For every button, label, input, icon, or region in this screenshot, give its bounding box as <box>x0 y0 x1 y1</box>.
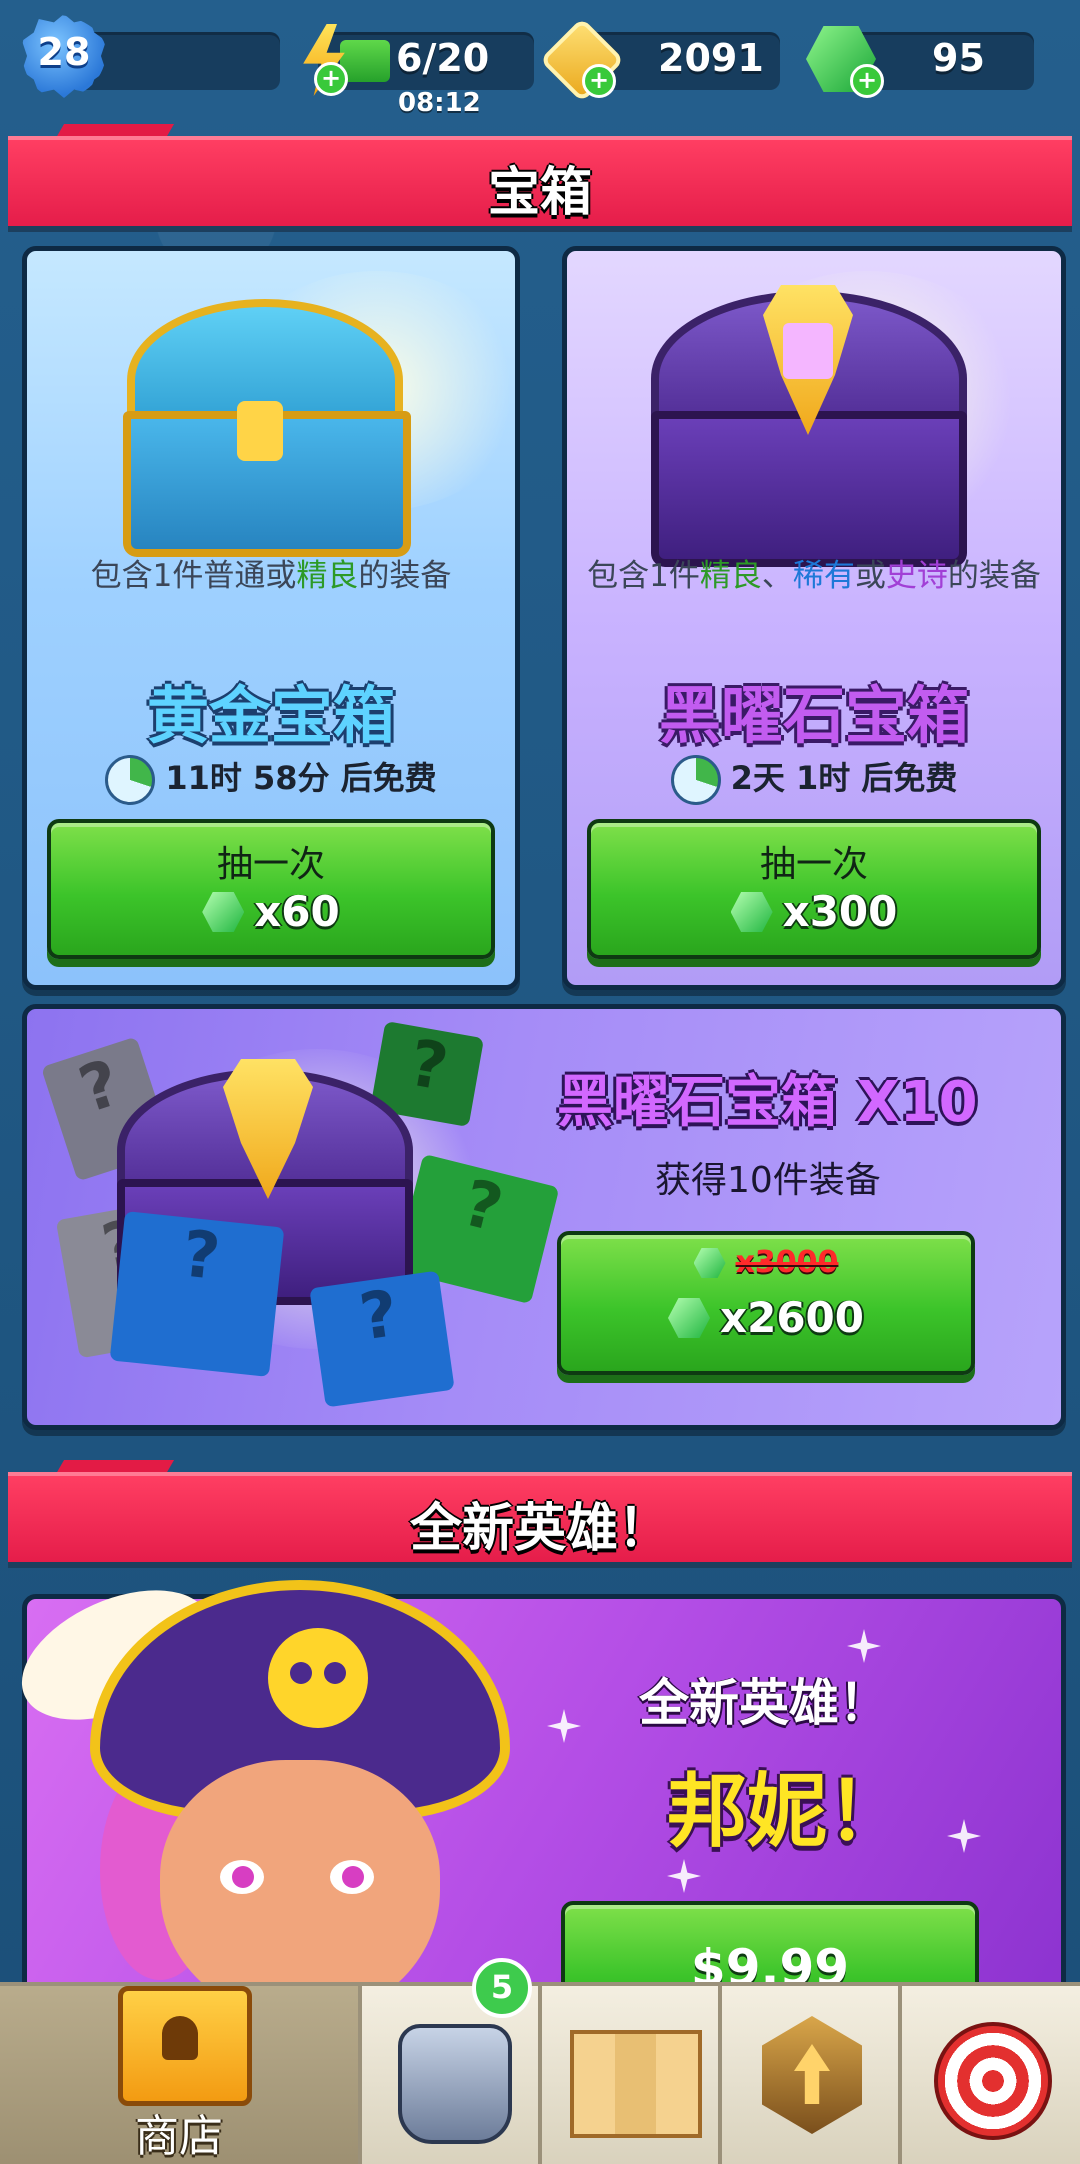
obsidian-chest-description: 包含1件精良、稀有或史诗的装备 <box>587 558 1041 594</box>
hero-offer-subtitle: 全新英雄！ <box>639 1674 889 1732</box>
obsidian-chest-open-once-button[interactable]: 抽一次 x300 <box>587 819 1041 959</box>
lock-icon <box>162 2016 198 2060</box>
player-level: 28 <box>37 30 91 74</box>
gold-chest-free-timer: 11时 58分 后免费 <box>27 753 515 805</box>
button-price: x300 <box>591 887 1037 936</box>
target-dart-icon <box>934 2022 1052 2140</box>
original-price: x3000 <box>561 1245 971 1280</box>
green-gem-icon <box>202 892 245 932</box>
green-gem-icon <box>693 1248 726 1278</box>
nav-tab-upgrade[interactable] <box>718 1986 900 2164</box>
sparkle-icon <box>947 1819 981 1853</box>
pirate-hero-portrait <box>160 1760 440 2020</box>
gold-value: 2091 <box>658 36 764 80</box>
discounted-price: x2600 <box>561 1293 971 1342</box>
obsidian-x10-subtitle: 获得10件装备 <box>655 1160 881 1201</box>
obsidian-chest-free-timer: 2天 1时 后免费 <box>567 753 1061 805</box>
chests-banner: 宝箱 <box>8 136 1072 226</box>
treasure-map-icon <box>570 2030 702 2138</box>
equipment-notification-badge: 5 <box>472 1958 532 2018</box>
sparkle-icon <box>667 1859 701 1893</box>
obsidian-chest-name: 黑曜石宝箱 <box>658 679 969 752</box>
gold-chest-name: 黄金宝箱 <box>146 679 395 752</box>
button-price: x60 <box>51 887 491 936</box>
gold-chest-open-once-button[interactable]: 抽一次 x60 <box>47 819 495 959</box>
nav-tab-shop[interactable]: 商店 <box>0 1986 358 2164</box>
equipment-card-icon: ? <box>309 1270 455 1408</box>
gems-value: 95 <box>932 36 985 80</box>
sparkle-icon <box>847 1629 881 1663</box>
obsidian-x10-title: 黑曜石宝箱 X10 <box>557 1070 978 1135</box>
energy-value: 6/20 <box>396 36 490 80</box>
clock-icon <box>670 755 721 805</box>
nav-tab-quests[interactable] <box>898 1986 1080 2164</box>
button-label: 抽一次 <box>216 844 325 885</box>
sparkle-icon <box>547 1709 581 1743</box>
armor-icon <box>398 2024 512 2144</box>
clock-icon <box>105 755 156 805</box>
hero-name: 邦妮！ <box>667 1765 907 1858</box>
energy-timer: 08:12 <box>398 88 481 118</box>
obsidian-x10-buy-button[interactable]: x3000 x2600 <box>557 1231 975 1375</box>
bottom-navigation: 商店 <box>0 1982 1080 2164</box>
nav-tab-shop-label: 商店 <box>135 2111 223 2162</box>
button-label: 抽一次 <box>759 844 868 885</box>
resource-bar: 28 + 6/20 08:12 + 2091 + 95 <box>0 0 1080 120</box>
gold-chest-description: 包含1件普通或精良的装备 <box>90 558 452 594</box>
section-title-new-hero: 全新英雄！ <box>409 1499 670 1559</box>
skull-icon <box>268 1628 368 1728</box>
add-energy-icon[interactable]: + <box>314 62 348 96</box>
add-gold-icon[interactable]: + <box>582 64 616 98</box>
add-gems-icon[interactable]: + <box>850 64 884 98</box>
equipment-card-icon: ? <box>109 1211 285 1377</box>
section-title-chests: 宝箱 <box>487 163 592 223</box>
nav-tab-map[interactable] <box>538 1986 720 2164</box>
gold-chest-card[interactable]: 包含1件普通或精良的装备 黄金宝箱 11时 58分 后免费 抽一次 x60 <box>22 246 520 990</box>
obsidian-x10-card[interactable]: ? ? ? ? ? ? 黑曜石宝箱 X10 获得10件装备 x3000 x260… <box>22 1004 1066 1430</box>
new-hero-banner: 全新英雄！ <box>8 1472 1072 1562</box>
green-gem-icon <box>668 1298 710 1338</box>
green-gem-icon <box>730 892 773 932</box>
obsidian-chest-card[interactable]: 包含1件精良、稀有或史诗的装备 黑曜石宝箱 2天 1时 后免费 抽一次 x300 <box>562 246 1066 990</box>
